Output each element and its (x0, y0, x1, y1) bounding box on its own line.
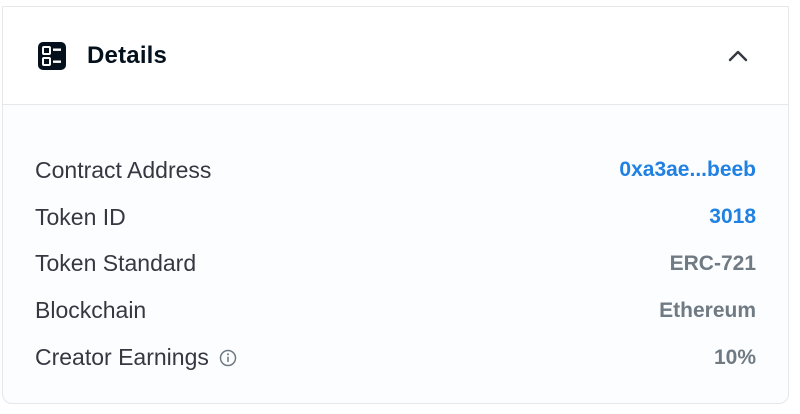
token-standard-value: ERC-721 (669, 251, 756, 275)
creator-earnings-label: Creator Earnings (35, 344, 209, 371)
blockchain-value: Ethereum (659, 298, 756, 322)
row-label: Contract Address (35, 156, 212, 183)
details-panel-header[interactable]: Details (3, 7, 788, 105)
details-grid-icon (37, 41, 67, 71)
detail-row-contract-address: Contract Address 0xa3ae...beeb (35, 147, 756, 194)
row-label: Token Standard (35, 250, 197, 277)
creator-earnings-value: 10% (713, 345, 756, 369)
details-panel: Details Contract Address 0xa3ae...beeb T… (2, 6, 789, 404)
panel-title: Details (87, 41, 168, 69)
detail-row-token-id: Token ID 3018 (35, 194, 756, 241)
row-label-with-icon: Creator Earnings (35, 344, 237, 371)
contract-address-link[interactable]: 0xa3ae...beeb (619, 158, 756, 182)
row-label: Token ID (35, 203, 126, 230)
info-icon[interactable] (219, 349, 237, 367)
token-id-link[interactable]: 3018 (709, 205, 756, 229)
row-label: Blockchain (35, 297, 147, 324)
details-list: Contract Address 0xa3ae...beeb Token ID … (3, 105, 788, 381)
detail-row-creator-earnings: Creator Earnings 10% (35, 334, 756, 381)
detail-row-token-standard: Token Standard ERC-721 (35, 241, 756, 288)
chevron-up-icon[interactable] (726, 44, 750, 68)
detail-row-blockchain: Blockchain Ethereum (35, 287, 756, 334)
